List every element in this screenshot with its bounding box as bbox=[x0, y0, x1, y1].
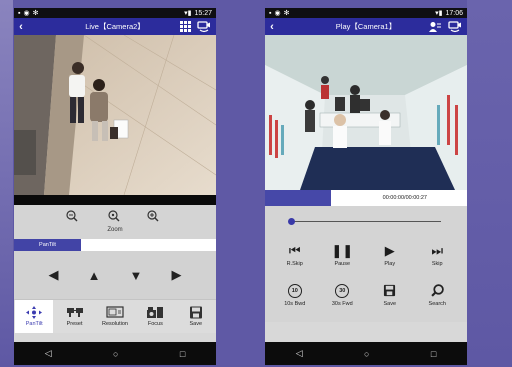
status-bar: ▪ ◉ ✻ ▾▮ 15:27 bbox=[14, 8, 216, 18]
save-button[interactable]: Save bbox=[373, 282, 407, 322]
tab-resolution[interactable]: Resolution bbox=[96, 300, 134, 333]
signal-icon: ▾▮ bbox=[184, 10, 192, 17]
skip-icon: ⏭ bbox=[431, 242, 444, 258]
back-arrow-icon[interactable]: ‹ bbox=[14, 21, 28, 33]
pantilt-tab[interactable]: PanTilt bbox=[14, 239, 81, 251]
tab-save[interactable]: Save bbox=[177, 300, 215, 333]
status-time: 17:06 bbox=[445, 9, 463, 17]
playback-video-feed[interactable] bbox=[265, 35, 467, 190]
focus-icon bbox=[147, 307, 164, 318]
timecode: 00:00:00/00:00:27 bbox=[382, 195, 427, 201]
seek-bar[interactable] bbox=[265, 206, 467, 234]
save-icon bbox=[189, 306, 202, 319]
pan-left-icon[interactable]: ◀ bbox=[49, 267, 59, 283]
playback-progress bbox=[265, 190, 331, 206]
save-icon bbox=[383, 282, 396, 299]
nav-back-icon[interactable]: ◁ bbox=[296, 348, 303, 359]
pause-icon: ❚❚ bbox=[331, 242, 354, 258]
zoom-out-icon[interactable] bbox=[66, 210, 78, 225]
playback-timeline: 00:00:00/00:00:27 bbox=[265, 190, 467, 206]
search-icon bbox=[431, 282, 444, 299]
zoom-controls: Zoom bbox=[14, 205, 216, 239]
tab-pantilt[interactable]: PanTilt bbox=[15, 300, 54, 333]
search-button[interactable]: Search bbox=[420, 282, 454, 322]
zoom-label: Zoom bbox=[107, 227, 123, 233]
bluetooth-icon: ✻ bbox=[32, 10, 39, 17]
pause-button[interactable]: ❚❚ Pause bbox=[325, 242, 359, 282]
resolution-icon bbox=[106, 306, 124, 318]
bottom-tab-bar: PanTilt Preset Resolution Focus Save bbox=[14, 299, 216, 333]
user-search-icon[interactable] bbox=[428, 21, 442, 33]
pantilt-tab-bar: PanTilt bbox=[14, 239, 216, 251]
signal-icon: ▾▮ bbox=[435, 10, 443, 17]
play-header: ‹ Play【Camera1】 bbox=[265, 18, 467, 35]
android-nav-bar: ◁ ○ □ bbox=[14, 342, 216, 365]
notification-icon: ▪ bbox=[269, 9, 272, 17]
settings-icon: ◉ bbox=[274, 10, 281, 17]
pantilt-arrows: ◀ ▲ ▼ ▶ bbox=[14, 251, 216, 299]
notification-icon: ▪ bbox=[18, 9, 21, 17]
play-icon: ▶ bbox=[384, 242, 395, 258]
tab-preset[interactable]: Preset bbox=[56, 300, 94, 333]
nav-back-icon[interactable]: ◁ bbox=[45, 348, 52, 359]
camera-switch-icon[interactable] bbox=[448, 20, 462, 33]
zoom-reset-icon[interactable] bbox=[108, 210, 120, 225]
live-header: ‹ Live【Camera2】 bbox=[14, 18, 216, 35]
nav-home-icon[interactable]: ○ bbox=[113, 349, 118, 359]
skip-button[interactable]: ⏭ Skip bbox=[420, 242, 454, 282]
settings-icon: ◉ bbox=[23, 10, 30, 17]
preset-icon bbox=[66, 308, 83, 317]
playback-controls: ⏮ R.Skip ❚❚ Pause ▶ Play ⏭ Skip 10 10s B… bbox=[265, 234, 467, 322]
tab-focus[interactable]: Focus bbox=[136, 300, 174, 333]
pantilt-icon bbox=[26, 306, 43, 319]
live-screen: ▪ ◉ ✻ ▾▮ 15:27 ‹ Live【Camera2】 Zoom PanT… bbox=[14, 8, 216, 365]
play-screen: ▪ ◉ ✻ ▾▮ 17:06 ‹ Play【Camera1】 00:00:00/… bbox=[265, 8, 467, 365]
status-time: 15:27 bbox=[194, 9, 212, 17]
bluetooth-icon: ✻ bbox=[283, 10, 290, 17]
live-video-feed[interactable] bbox=[14, 35, 216, 195]
zoom-in-icon[interactable] bbox=[147, 210, 159, 225]
android-nav-bar: ◁ ○ □ bbox=[265, 342, 467, 365]
seek-track[interactable] bbox=[291, 221, 441, 222]
30s-forward-icon: 30 bbox=[335, 282, 350, 299]
back-arrow-icon[interactable]: ‹ bbox=[265, 21, 279, 33]
status-bar: ▪ ◉ ✻ ▾▮ 17:06 bbox=[265, 8, 467, 18]
play-button[interactable]: ▶ Play bbox=[373, 242, 407, 282]
rewind-skip-icon: ⏮ bbox=[288, 242, 301, 258]
10s-backward-icon: 10 bbox=[287, 282, 302, 299]
grid-view-icon[interactable] bbox=[180, 20, 191, 33]
camera-switch-icon[interactable] bbox=[197, 20, 211, 33]
rewind-skip-button[interactable]: ⏮ R.Skip bbox=[278, 242, 312, 282]
tilt-up-icon[interactable]: ▲ bbox=[88, 268, 101, 283]
30s-forward-button[interactable]: 30 30s Fwd bbox=[325, 282, 359, 322]
seek-thumb[interactable] bbox=[288, 218, 295, 225]
nav-home-icon[interactable]: ○ bbox=[364, 349, 369, 359]
10s-backward-button[interactable]: 10 10s Bwd bbox=[278, 282, 312, 322]
nav-recents-icon[interactable]: □ bbox=[431, 349, 436, 359]
tilt-down-icon[interactable]: ▼ bbox=[130, 268, 143, 283]
nav-recents-icon[interactable]: □ bbox=[180, 349, 185, 359]
pan-right-icon[interactable]: ▶ bbox=[171, 267, 181, 283]
